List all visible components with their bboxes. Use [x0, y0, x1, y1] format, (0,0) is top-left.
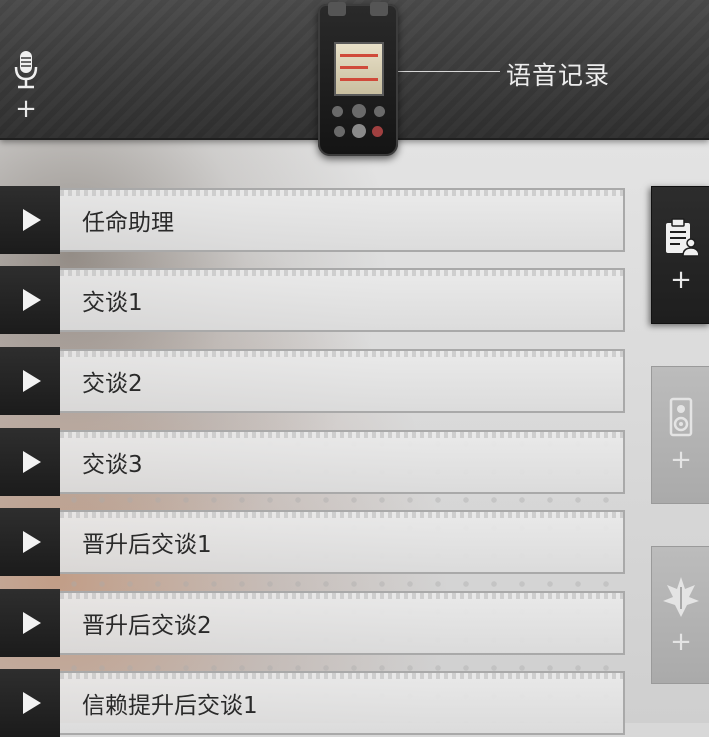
clipboard-person-icon [666, 218, 698, 257]
play-icon[interactable] [0, 347, 60, 415]
voice-recorder-image [318, 2, 398, 156]
plus-icon: + [670, 627, 692, 657]
record-voice-tab[interactable]: + [8, 50, 44, 135]
plus-icon: + [15, 94, 37, 124]
recorder-buttons [330, 104, 386, 144]
voice-line-label: 任命助理 [82, 210, 174, 236]
play-icon[interactable] [0, 186, 60, 254]
voice-line-label: 交谈2 [82, 371, 143, 397]
play-icon[interactable] [0, 589, 60, 657]
play-icon[interactable] [0, 428, 60, 496]
plus-icon: + [670, 265, 692, 295]
voice-line-row[interactable]: 晋升后交谈2 [0, 589, 625, 657]
voice-line-row[interactable]: 信赖提升后交谈1 [0, 669, 625, 737]
plus-icon: + [670, 445, 692, 475]
voice-line-label: 交谈1 [82, 290, 143, 316]
play-icon[interactable] [0, 669, 60, 737]
play-icon[interactable] [0, 266, 60, 334]
microphone-icon [14, 51, 38, 89]
voice-line-label: 交谈3 [82, 452, 143, 478]
voice-line-row[interactable]: 交谈1 [0, 266, 625, 334]
voice-line-label: 信赖提升后交谈1 [82, 693, 258, 719]
voice-line-label: 晋升后交谈2 [82, 613, 212, 639]
voice-line-label: 晋升后交谈1 [82, 532, 212, 558]
voice-line-row[interactable]: 晋升后交谈1 [0, 508, 625, 576]
faction-emblem-icon [663, 577, 699, 617]
play-icon[interactable] [0, 508, 60, 576]
title-connector-line [392, 71, 500, 72]
recorder-knob [328, 2, 346, 16]
recorder-knob [370, 2, 388, 16]
voice-line-row[interactable]: 交谈3 [0, 428, 625, 496]
recorder-screen [334, 42, 384, 96]
side-tab-speaker[interactable]: + [651, 366, 709, 504]
speaker-icon [669, 397, 693, 437]
page-title: 语音记录 [506, 61, 611, 90]
side-tab-dossier[interactable]: + [651, 186, 709, 324]
voice-line-row[interactable]: 任命助理 [0, 186, 625, 254]
voice-line-row[interactable]: 交谈2 [0, 347, 625, 415]
side-tab-faction[interactable]: + [651, 546, 709, 684]
